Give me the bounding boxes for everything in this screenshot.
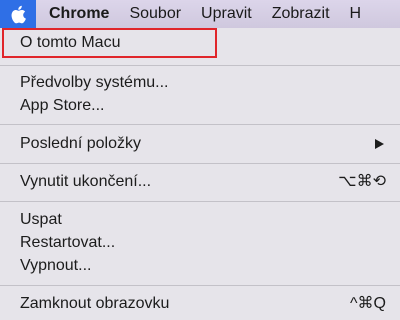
menu-item-label: Vypnout... bbox=[20, 257, 92, 274]
menu-separator bbox=[0, 163, 400, 164]
menu-item-system-preferences[interactable]: Předvolby systému... bbox=[0, 71, 400, 95]
menubar-item-help[interactable]: H bbox=[340, 0, 372, 28]
menu-separator bbox=[0, 201, 400, 202]
menu-item-label: Zamknout obrazovku bbox=[20, 295, 170, 312]
menu-item-label: Vynutit ukončení... bbox=[20, 173, 152, 190]
menu-item-app-store[interactable]: App Store... bbox=[0, 94, 400, 118]
menubar-item-soubor[interactable]: Soubor bbox=[119, 0, 191, 28]
menu-item-force-quit[interactable]: Vynutit ukončení... ⌥⌘⟲ bbox=[0, 170, 400, 194]
menu-item-label: App Store... bbox=[20, 97, 105, 114]
menu-item-label: Předvolby systému... bbox=[20, 74, 169, 91]
menu-item-restart[interactable]: Restartovat... bbox=[0, 231, 400, 255]
keyboard-shortcut: ⌥⌘⟲ bbox=[338, 173, 386, 190]
menu-item-shut-down[interactable]: Vypnout... bbox=[0, 254, 400, 278]
submenu-arrow-icon bbox=[375, 139, 384, 149]
menu-item-label: Restartovat... bbox=[20, 234, 116, 251]
apple-menu-button[interactable] bbox=[0, 0, 36, 28]
apple-menu-dropdown: O tomto Macu Předvolby systému... App St… bbox=[0, 28, 400, 320]
keyboard-shortcut: ^⌘Q bbox=[350, 295, 386, 312]
highlight-box bbox=[2, 28, 217, 58]
menubar-app-name[interactable]: Chrome bbox=[36, 0, 119, 28]
menubar-item-zobrazit[interactable]: Zobrazit bbox=[262, 0, 340, 28]
menu-item-label: Poslední položky bbox=[20, 135, 141, 152]
menu-item-recent-items[interactable]: Poslední položky bbox=[0, 132, 400, 156]
menu-separator bbox=[0, 285, 400, 286]
menu-item-sleep[interactable]: Uspat bbox=[0, 208, 400, 232]
menu-bar: Chrome Soubor Upravit Zobrazit H bbox=[0, 0, 400, 28]
menu-item-lock-screen[interactable]: Zamknout obrazovku ^⌘Q bbox=[0, 292, 400, 316]
apple-logo-icon bbox=[11, 5, 26, 23]
menu-separator bbox=[0, 65, 400, 66]
menu-separator bbox=[0, 124, 400, 125]
menubar-item-upravit[interactable]: Upravit bbox=[191, 0, 262, 28]
menu-item-label: Uspat bbox=[20, 211, 62, 228]
